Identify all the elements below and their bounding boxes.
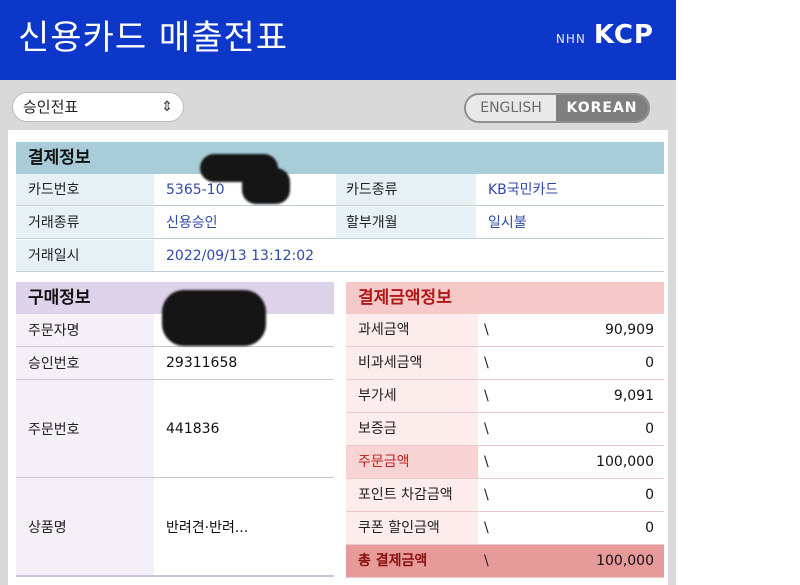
amount-row: 쿠폰 할인금액 \ 0 [346,512,664,545]
redaction-mark [242,168,290,204]
installment-value: 일시불 [488,215,527,231]
product-name-label: 상품명 [16,478,154,575]
currency-symbol: \ [484,520,489,536]
currency-symbol: \ [484,421,489,437]
amount-row: 비과세금액 \ 0 [346,347,664,380]
amount-info-heading: 결제금액정보 [346,282,664,314]
amount-row: 포인트 차감금액 \ 0 [346,479,664,512]
header-bar: 신용카드 매출전표 NHN KCP [0,0,676,80]
order-amount-label: 주문금액 [346,446,478,478]
transaction-date-value: 2022/09/13 13:12:02 [166,248,315,264]
redaction-mark [162,290,266,346]
coupon-discount-label: 쿠폰 할인금액 [346,512,478,544]
vat-value: 9,091 [613,388,654,404]
purchase-row: 상품명 반려견·반려... [16,478,334,577]
kcp-logo: NHN KCP [556,20,654,50]
receipt-window: 신용카드 매출전표 NHN KCP 승인전표 ⇕ ENGLISH KOREAN … [0,0,676,585]
point-deduction-label: 포인트 차감금액 [346,479,478,511]
page-title: 신용카드 매출전표 [18,18,289,58]
transaction-date-label: 거래일시 [16,240,154,271]
order-amount-value: 100,000 [596,454,654,470]
purchase-row: 승인번호 29311658 [16,347,334,380]
currency-symbol: \ [484,553,489,569]
receipt-panel: 결제정보 카드번호 5365-10 카드종류 KB국민카드 거래종류 신용승인 … [8,130,668,585]
amount-row: 보증금 \ 0 [346,413,664,446]
amount-row: 주문금액 \ 100,000 [346,446,664,479]
amount-row: 총 결제금액 \ 100,000 [346,545,664,578]
amount-row: 부가세 \ 9,091 [346,380,664,413]
total-amount-value: 100,000 [596,553,654,569]
card-type-value: KB국민카드 [488,182,559,198]
coupon-discount-value: 0 [645,520,654,536]
language-toggle[interactable]: ENGLISH KOREAN [464,93,650,123]
tax-free-amount-value: 0 [645,355,654,371]
installment-label: 할부개월 [336,207,476,238]
currency-symbol: \ [484,388,489,404]
currency-symbol: \ [484,322,489,338]
logo-main: KCP [593,20,654,50]
purchase-row: 주문번호 441836 [16,380,334,478]
payment-row: 거래종류 신용승인 할부개월 일시불 [16,207,664,239]
amount-row: 과세금액 \ 90,909 [346,314,664,347]
deposit-value: 0 [645,421,654,437]
currency-symbol: \ [484,454,489,470]
orderer-name-label: 주문자명 [16,314,154,346]
english-button[interactable]: ENGLISH [466,95,556,121]
card-type-label: 카드종류 [336,174,476,205]
currency-symbol: \ [484,355,489,371]
receipt-type-value: 승인전표 [23,98,79,116]
payment-row: 거래일시 2022/09/13 13:12:02 [16,240,664,272]
total-amount-label: 총 결제금액 [346,545,478,577]
logo-prefix: NHN [555,32,586,46]
transaction-type-label: 거래종류 [16,207,154,238]
taxable-amount-value: 90,909 [605,322,654,338]
deposit-label: 보증금 [346,413,478,445]
order-number-label: 주문번호 [16,380,154,477]
updown-chevron-icon: ⇕ [161,99,173,115]
product-name-value: 반려견·반려... [166,519,249,536]
approval-number-value: 29311658 [166,355,238,371]
point-deduction-value: 0 [645,487,654,503]
currency-symbol: \ [484,487,489,503]
card-number-label: 카드번호 [16,174,154,205]
receipt-type-select[interactable]: 승인전표 ⇕ [12,92,184,122]
transaction-type-value: 신용승인 [166,215,218,231]
taxable-amount-label: 과세금액 [346,314,478,346]
payment-row: 카드번호 5365-10 카드종류 KB국민카드 [16,174,664,206]
payment-info-heading: 결제정보 [16,142,664,174]
order-number-value: 441836 [166,420,220,437]
korean-button[interactable]: KOREAN [556,95,648,121]
tax-free-amount-label: 비과세금액 [346,347,478,379]
vat-label: 부가세 [346,380,478,412]
approval-number-label: 승인번호 [16,347,154,379]
